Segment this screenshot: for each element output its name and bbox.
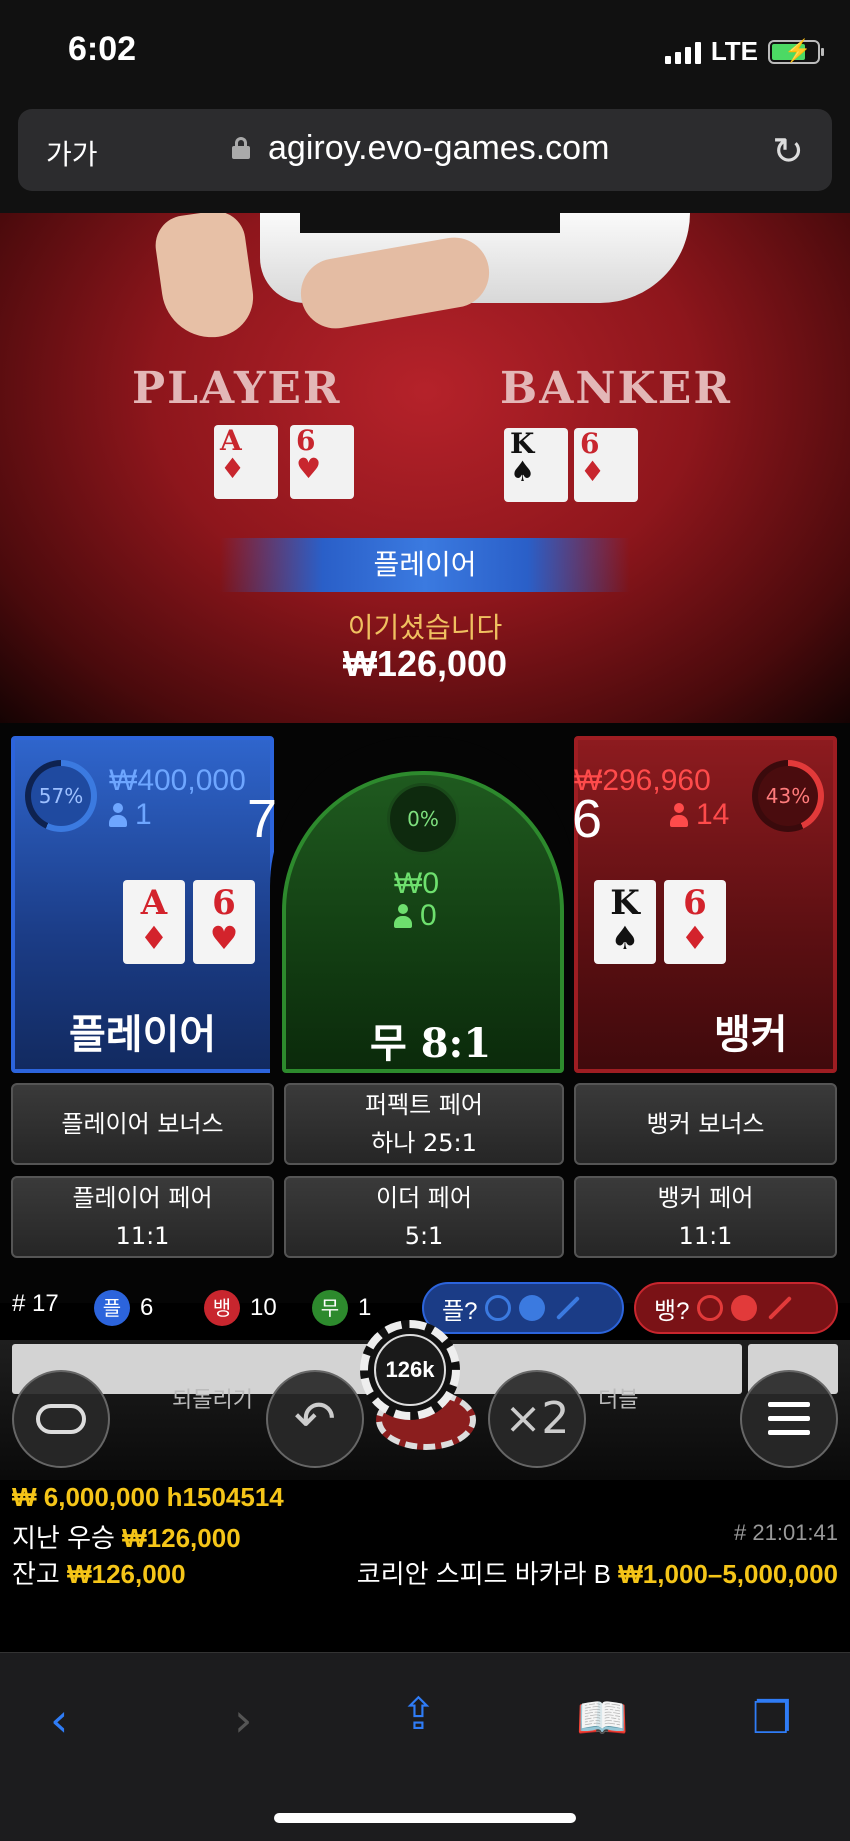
person-icon: [109, 803, 127, 827]
banker-dot-icon: 뱅: [204, 1290, 240, 1326]
undo-button[interactable]: ↶: [266, 1370, 364, 1468]
table-icon: [36, 1404, 86, 1434]
timestamp: # 21:01:41: [734, 1520, 838, 1545]
menu-icon: [768, 1402, 810, 1435]
balance-line: ₩ 6,000,000 h1504514: [12, 1482, 284, 1512]
ring-icon: [485, 1295, 512, 1321]
tabs-icon[interactable]: ❐: [752, 1693, 791, 1744]
tie-dot-icon: 무: [312, 1290, 348, 1326]
back-icon[interactable]: ‹: [50, 1693, 68, 1747]
table-card: 6 ♥: [290, 425, 354, 499]
share-icon[interactable]: ⇪: [400, 1689, 437, 1740]
player-predict-button[interactable]: 플?: [422, 1282, 624, 1334]
banker-bonus-button[interactable]: 뱅커 보너스: [574, 1083, 837, 1165]
result-banner: 플레이어: [220, 538, 630, 592]
banker-card: K ♠: [594, 880, 656, 964]
ring-icon: [697, 1295, 724, 1321]
lobby-button[interactable]: [12, 1370, 110, 1468]
player-percent-ring: 57%: [25, 760, 97, 832]
tie-bettors: 0: [394, 899, 437, 933]
last-win: 지난 우승 ₩126,000: [12, 1523, 241, 1553]
double-label: 더블: [598, 1388, 639, 1413]
banker-pair-button[interactable]: 뱅커 페어 11:1: [574, 1176, 837, 1258]
undo-label: 되돌리기: [172, 1388, 253, 1413]
player-score: 7: [247, 789, 278, 849]
banker-bettors: 14: [670, 798, 729, 832]
dot-icon: [519, 1295, 546, 1321]
table-player-label: PLAYER: [132, 363, 342, 414]
person-icon: [394, 904, 412, 928]
reload-icon[interactable]: ↻: [772, 129, 804, 173]
table-card: 6 ♦: [574, 428, 638, 502]
tie-bet-spot[interactable]: 0% ₩0 0 무 8:1: [282, 771, 564, 1073]
double-button[interactable]: ×2: [488, 1370, 586, 1468]
perfect-pair-button[interactable]: 퍼펙트 페어 하나 25:1: [284, 1083, 564, 1165]
round-number: # 17: [12, 1290, 59, 1317]
either-pair-button[interactable]: 이더 페어 5:1: [284, 1176, 564, 1258]
lock-icon: [232, 137, 250, 159]
tie-label: 무 8:1: [370, 1020, 492, 1067]
player-bonus-button[interactable]: 플레이어 보너스: [11, 1083, 274, 1165]
player-pair-button[interactable]: 플레이어 페어 11:1: [11, 1176, 274, 1258]
undo-icon: ↶: [294, 1390, 336, 1448]
url-text[interactable]: agiroy.evo-games.com: [268, 129, 609, 168]
player-bettors: 1: [109, 798, 152, 832]
banker-label: 뱅커: [714, 1012, 788, 1058]
table-card: A ♦: [214, 425, 278, 499]
tie-bet-total: ₩0: [394, 867, 439, 900]
win-message: 이기셨습니다: [347, 611, 503, 644]
banker-percent-ring: 43%: [752, 760, 824, 832]
player-bet-total: ₩400,000: [109, 764, 246, 797]
player-dot-icon: 플: [94, 1290, 130, 1326]
tie-wins: 무1: [312, 1290, 371, 1326]
player-label: 플레이어: [69, 1012, 217, 1058]
chip-value: 126k: [374, 1334, 446, 1406]
dot-icon: [731, 1295, 758, 1321]
banker-wins: 뱅 10: [204, 1290, 277, 1326]
player-percent: 57%: [38, 784, 84, 808]
slash-icon: [556, 1295, 581, 1321]
banker-percent: 43%: [765, 784, 811, 808]
menu-button[interactable]: [740, 1370, 838, 1468]
battery-icon: ⚡: [768, 38, 824, 64]
table-info: 코리안 스피드 바카라 B ₩1,000–5,000,000: [356, 1559, 838, 1589]
status-indicators: LTE ⚡: [664, 36, 824, 67]
dealer-vest: [300, 213, 560, 233]
player-card: A ♦: [123, 880, 185, 964]
player-bet-spot[interactable]: 57% ₩400,000 1 7 A ♦ 6 ♥ 플레이어: [11, 736, 278, 1073]
address-bar[interactable]: 가가 agiroy.evo-games.com ↻: [18, 109, 832, 191]
banker-predict-button[interactable]: 뱅?: [634, 1282, 838, 1334]
bookmarks-icon[interactable]: 📖: [576, 1693, 628, 1743]
win-amount: ₩126,000: [342, 643, 508, 684]
tie-percent: 0%: [407, 807, 439, 831]
chip-selector[interactable]: 126k: [360, 1320, 460, 1420]
table-banker-label: BANKER: [500, 363, 732, 414]
signal-icon: [664, 40, 701, 64]
person-icon: [670, 803, 688, 827]
status-bar: 6:02 LTE ⚡: [0, 0, 850, 105]
text-size-button[interactable]: 가가: [46, 133, 98, 173]
bet-controls: 되돌리기 ↶ 126k ×2 더블: [0, 1320, 850, 1480]
tie-percent-ring: 0%: [387, 783, 459, 855]
forward-icon[interactable]: ›: [234, 1693, 252, 1747]
table-card: K ♠: [504, 428, 568, 502]
betting-board: 57% ₩400,000 1 7 A ♦ 6 ♥ 플레이어 0% ₩0 0 무 8:…: [0, 723, 850, 1303]
player-wins: 플6: [94, 1290, 153, 1326]
live-video: PLAYER BANKER A ♦ 6 ♥ K ♠ 6 ♦ 플레이어 이기셨습니다 ₩1…: [0, 213, 850, 723]
network-label: LTE: [710, 36, 758, 66]
banker-bet-spot[interactable]: 43% ₩296,960 14 6 K ♠ 6 ♦ 뱅커: [572, 736, 837, 1073]
browser-toolbar: 가가 agiroy.evo-games.com ↻: [0, 105, 850, 213]
banker-card: 6 ♦: [664, 880, 726, 964]
browser-bottom-bar: ‹ › ⇪ 📖 ❐: [0, 1652, 850, 1841]
player-card: 6 ♥: [193, 880, 255, 964]
home-indicator: [274, 1813, 576, 1823]
banker-score: 6: [572, 789, 603, 849]
dealer-hand-left: [151, 213, 259, 344]
balance: 잔고 ₩126,000: [12, 1559, 186, 1589]
slash-icon: [768, 1295, 793, 1321]
status-time: 6:02: [68, 30, 137, 68]
